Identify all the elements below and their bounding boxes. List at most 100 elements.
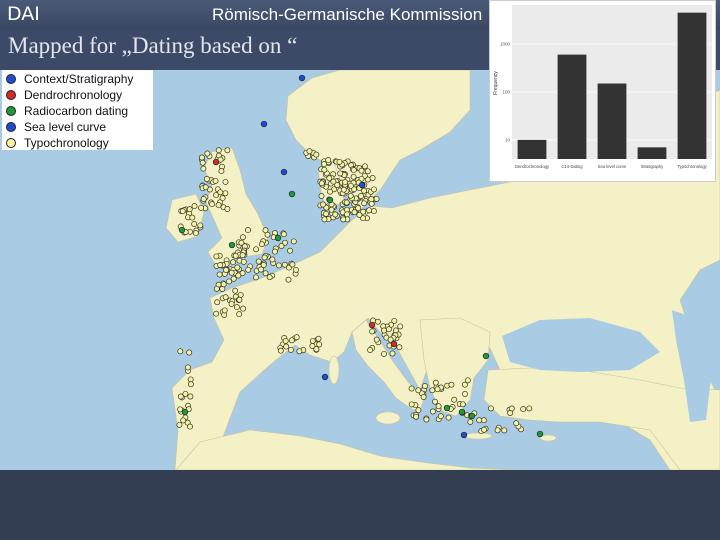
site-point bbox=[180, 417, 187, 424]
site-point bbox=[222, 178, 229, 185]
site-point bbox=[313, 346, 320, 353]
site-point bbox=[237, 291, 244, 298]
site-point bbox=[224, 147, 231, 154]
site-point bbox=[391, 317, 398, 324]
site-point bbox=[234, 264, 241, 271]
legend-label: Typochronology bbox=[24, 136, 109, 150]
site-point bbox=[321, 216, 328, 223]
site-point bbox=[458, 408, 466, 416]
site-point bbox=[316, 341, 323, 348]
site-point bbox=[321, 166, 328, 173]
site-point bbox=[366, 207, 373, 214]
site-point bbox=[182, 390, 189, 397]
site-point bbox=[277, 347, 284, 354]
site-point bbox=[287, 247, 293, 254]
chart-y-tick-label: 100 bbox=[502, 89, 510, 94]
site-point bbox=[381, 327, 387, 334]
site-point bbox=[342, 179, 349, 186]
site-point bbox=[289, 261, 296, 268]
site-point bbox=[219, 195, 226, 202]
legend-dot-icon bbox=[6, 90, 16, 100]
site-point bbox=[313, 151, 320, 158]
site-point bbox=[228, 241, 236, 249]
site-point bbox=[340, 186, 347, 193]
site-point bbox=[186, 206, 193, 213]
site-point bbox=[464, 377, 471, 384]
site-point bbox=[293, 334, 300, 341]
map-land-sicily bbox=[375, 411, 401, 425]
site-point bbox=[271, 248, 278, 255]
site-point bbox=[332, 211, 339, 218]
legend-label: Context/Stratigraphy bbox=[24, 72, 134, 86]
site-point bbox=[269, 256, 276, 263]
site-point bbox=[370, 208, 377, 215]
site-point bbox=[245, 227, 251, 234]
site-point bbox=[362, 163, 368, 170]
site-point bbox=[228, 269, 235, 276]
site-point bbox=[415, 387, 422, 394]
chart-x-tick-label: Stratigraphy bbox=[641, 164, 664, 169]
site-point bbox=[293, 266, 299, 273]
site-point bbox=[321, 161, 328, 168]
frequency-chart: 10 100 1000 Dendrochronology C14-Dating Sea … bbox=[489, 0, 716, 182]
site-point bbox=[368, 196, 375, 203]
site-point bbox=[235, 272, 242, 279]
site-point bbox=[390, 340, 398, 348]
site-point bbox=[288, 190, 296, 198]
legend-item-radiocarbon: Radiocarbon dating bbox=[6, 103, 128, 119]
site-point bbox=[451, 396, 458, 403]
site-point bbox=[445, 414, 452, 421]
site-point bbox=[364, 168, 371, 175]
site-point bbox=[396, 344, 403, 351]
site-point bbox=[536, 430, 544, 438]
site-point bbox=[369, 175, 376, 181]
site-point bbox=[216, 271, 223, 278]
site-point bbox=[283, 343, 290, 350]
site-point bbox=[468, 412, 476, 420]
site-point bbox=[209, 201, 215, 208]
site-point bbox=[199, 159, 206, 166]
site-point bbox=[187, 393, 194, 400]
site-point bbox=[408, 385, 415, 392]
legend-item-context: Context/Stratigraphy bbox=[6, 71, 133, 87]
site-point bbox=[325, 157, 332, 164]
site-point bbox=[176, 421, 183, 428]
site-point bbox=[481, 426, 488, 433]
site-point bbox=[513, 420, 520, 427]
site-point bbox=[266, 274, 273, 281]
site-point bbox=[280, 231, 287, 238]
site-point bbox=[358, 193, 364, 199]
site-point bbox=[422, 383, 428, 389]
site-point bbox=[189, 214, 196, 221]
site-point bbox=[326, 196, 334, 204]
site-point bbox=[226, 278, 233, 285]
site-point bbox=[337, 170, 344, 177]
site-point bbox=[212, 158, 220, 166]
site-point bbox=[343, 199, 350, 206]
site-point bbox=[262, 227, 269, 234]
site-point bbox=[306, 148, 313, 155]
legend-item-sealevel: Sea level curve bbox=[6, 119, 106, 135]
site-point bbox=[282, 337, 289, 344]
site-point bbox=[222, 190, 229, 197]
site-point bbox=[437, 413, 444, 420]
site-point bbox=[239, 252, 246, 259]
site-point bbox=[236, 311, 243, 318]
chart-bar bbox=[637, 147, 667, 159]
site-point bbox=[222, 294, 229, 301]
site-point bbox=[184, 364, 191, 371]
site-point bbox=[252, 274, 259, 281]
legend-dot-icon bbox=[6, 122, 16, 132]
site-point bbox=[253, 246, 260, 253]
legend-label: Sea level curve bbox=[24, 120, 107, 134]
site-point bbox=[233, 304, 240, 311]
site-point bbox=[336, 158, 343, 165]
site-point bbox=[255, 258, 262, 265]
site-point bbox=[288, 337, 295, 344]
site-point bbox=[371, 186, 377, 193]
site-point bbox=[443, 404, 451, 412]
site-point bbox=[214, 299, 221, 306]
site-point bbox=[482, 352, 490, 360]
site-point bbox=[448, 381, 455, 388]
site-point bbox=[223, 267, 230, 273]
